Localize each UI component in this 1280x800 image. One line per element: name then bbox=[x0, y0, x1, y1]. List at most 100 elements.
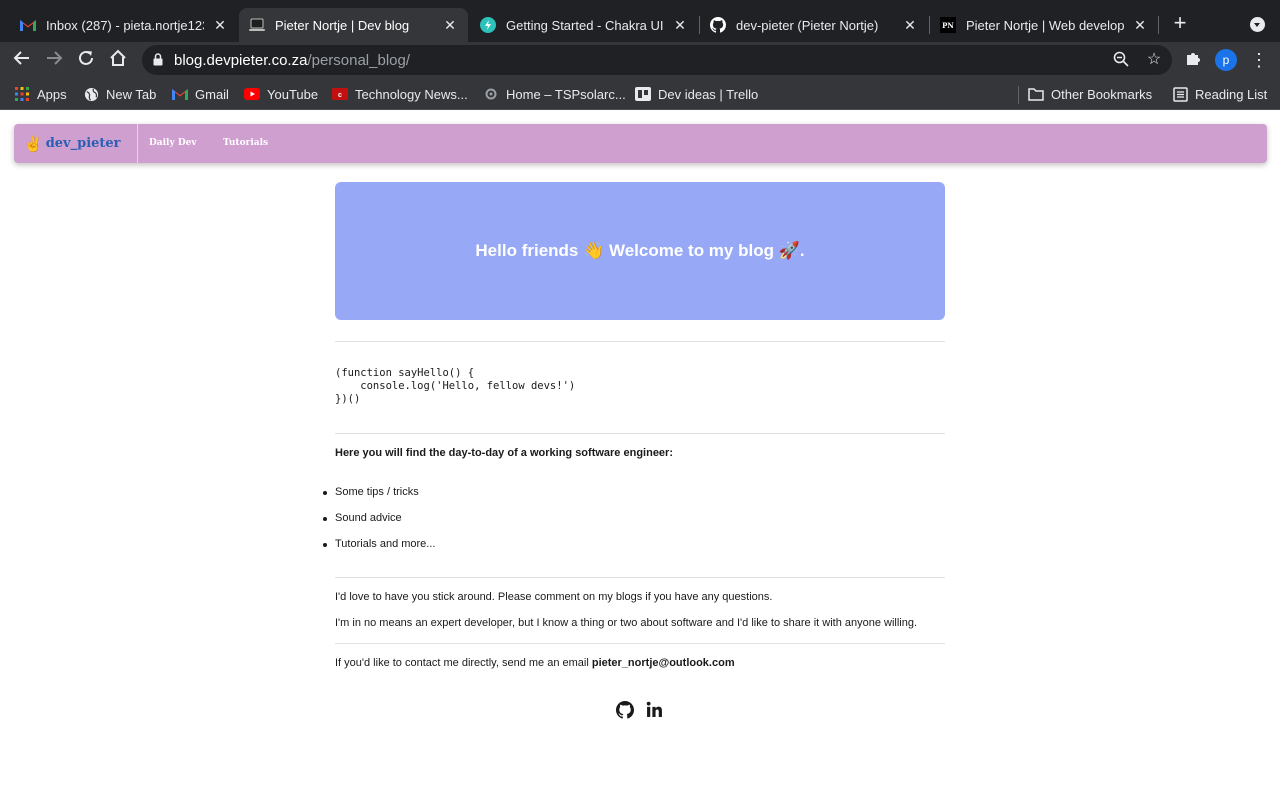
code-snippet: (function sayHello() { console.log('Hell… bbox=[335, 367, 576, 405]
paragraph-expert: I'm in no means an expert developer, but… bbox=[335, 617, 918, 629]
trello-icon bbox=[635, 86, 651, 102]
github-icon bbox=[710, 17, 726, 33]
bookmark-technology-news[interactable]: c Technology News... bbox=[332, 85, 468, 103]
close-icon[interactable]: ✕ bbox=[212, 17, 228, 33]
close-icon[interactable]: ✕ bbox=[442, 17, 458, 33]
close-icon[interactable]: ✕ bbox=[672, 17, 688, 33]
tab-strip: Inbox (287) - pieta.nortje123 ✕ Pieter N… bbox=[0, 0, 1280, 42]
nav-link-daily-dev[interactable]: Daily Dev bbox=[149, 138, 197, 148]
gmail-icon bbox=[172, 86, 188, 102]
url-host: blog.devpieter.co.za bbox=[174, 52, 308, 69]
bookmark-label: Reading List bbox=[1195, 86, 1268, 102]
bookmark-youtube[interactable]: YouTube bbox=[244, 85, 318, 103]
bookmark-label: YouTube bbox=[267, 86, 319, 102]
close-icon[interactable]: ✕ bbox=[1132, 17, 1148, 33]
bookmark-new-tab[interactable]: New Tab bbox=[83, 85, 156, 103]
close-icon[interactable]: ✕ bbox=[902, 17, 918, 33]
tab-title: Inbox (287) - pieta.nortje123 bbox=[46, 17, 204, 33]
bookmark-other-bookmarks[interactable]: Other Bookmarks bbox=[1028, 85, 1152, 103]
site-brand-link[interactable]: ✌ dev_pieter bbox=[14, 124, 138, 163]
extensions-puzzle-icon[interactable] bbox=[1184, 51, 1202, 69]
bookmark-label: Apps bbox=[37, 86, 67, 102]
tab-chakra-ui[interactable]: Getting Started - Chakra UI ✕ bbox=[470, 8, 698, 42]
bookmark-label: New Tab bbox=[106, 86, 157, 102]
bookmark-label: Home – TSPsolarc... bbox=[506, 86, 626, 102]
reading-list-icon bbox=[1172, 86, 1188, 102]
divider bbox=[335, 433, 945, 434]
folder-icon bbox=[1028, 86, 1044, 102]
bookmark-label: Technology News... bbox=[355, 86, 468, 102]
zoom-icon[interactable] bbox=[1112, 51, 1130, 69]
divider bbox=[335, 341, 945, 342]
list-item: Sound advice bbox=[322, 512, 435, 538]
laptop-icon bbox=[249, 17, 265, 33]
arrow-right-icon bbox=[47, 51, 63, 65]
arrow-left-icon bbox=[13, 51, 29, 65]
globe-icon bbox=[83, 86, 99, 102]
contact-line: If you'd like to contact me directly, se… bbox=[335, 657, 735, 669]
apps-grid-icon bbox=[14, 86, 30, 102]
pn-icon: PN bbox=[940, 17, 956, 33]
profile-avatar[interactable]: p bbox=[1215, 49, 1237, 71]
home-button[interactable] bbox=[107, 49, 129, 71]
contact-email-link[interactable]: pieter_nortje@outlook.com bbox=[592, 657, 735, 669]
gear-icon bbox=[483, 86, 499, 102]
bookmarks-bar: Apps New Tab Gmail YouTube c Technology … bbox=[0, 78, 1280, 110]
contact-text: If you'd like to contact me directly, se… bbox=[335, 657, 592, 669]
bookmarks-divider bbox=[1018, 86, 1019, 104]
bookmark-gmail[interactable]: Gmail bbox=[172, 85, 229, 103]
site-navbar: ✌ dev_pieter Daily Dev Tutorials bbox=[14, 124, 1267, 163]
svg-text:PN: PN bbox=[942, 21, 954, 30]
address-bar[interactable]: blog.devpieter.co.za/personal_blog/ ☆ bbox=[142, 45, 1172, 75]
intro-text: Here you will find the day-to-day of a w… bbox=[335, 447, 673, 459]
github-link[interactable] bbox=[616, 701, 634, 719]
home-icon bbox=[110, 49, 126, 66]
tab-portfolio[interactable]: PN Pieter Nortje | Web develope ✕ bbox=[930, 8, 1158, 42]
list-item: Some tips / tricks bbox=[322, 486, 435, 512]
star-icon[interactable]: ☆ bbox=[1145, 51, 1163, 69]
bookmark-tspsolar[interactable]: Home – TSPsolarc... bbox=[483, 85, 626, 103]
bookmark-apps[interactable]: Apps bbox=[14, 85, 67, 103]
new-tab-button[interactable]: + bbox=[1168, 12, 1192, 36]
tab-dev-blog[interactable]: Pieter Nortje | Dev blog ✕ bbox=[239, 8, 468, 42]
bookmark-label: Dev ideas | Trello bbox=[658, 86, 759, 102]
back-button[interactable] bbox=[11, 49, 33, 71]
chakra-icon bbox=[480, 17, 496, 33]
tab-title: Pieter Nortje | Dev blog bbox=[275, 17, 410, 33]
tab-search-button[interactable] bbox=[1250, 17, 1265, 32]
lock-icon bbox=[153, 53, 163, 71]
divider bbox=[335, 577, 945, 578]
cnet-icon: c bbox=[332, 86, 348, 102]
paragraph-stick-around: I'd love to have you stick around. Pleas… bbox=[335, 591, 773, 603]
bookmark-label: Gmail bbox=[195, 86, 229, 102]
victory-hand-icon: ✌ bbox=[24, 135, 43, 153]
github-icon bbox=[616, 701, 634, 719]
nav-link-tutorials[interactable]: Tutorials bbox=[223, 138, 268, 148]
tab-title: dev-pieter (Pieter Nortje) bbox=[736, 17, 879, 33]
youtube-icon bbox=[244, 86, 260, 102]
tab-github-profile[interactable]: dev-pieter (Pieter Nortje) ✕ bbox=[700, 8, 928, 42]
linkedin-link[interactable] bbox=[646, 701, 664, 719]
feature-list: Some tips / tricks Sound advice Tutorial… bbox=[322, 486, 435, 564]
hero-banner: Hello friends 👋 Welcome to my blog 🚀. bbox=[335, 182, 945, 320]
hero-title: Hello friends 👋 Welcome to my blog 🚀. bbox=[475, 241, 805, 260]
gmail-icon bbox=[20, 17, 36, 33]
svg-text:c: c bbox=[338, 92, 342, 99]
brand-name: dev_pieter bbox=[45, 136, 121, 151]
tab-separator bbox=[1158, 16, 1159, 34]
divider bbox=[335, 643, 945, 644]
reload-button[interactable] bbox=[75, 49, 97, 71]
reload-icon bbox=[79, 50, 93, 65]
bookmark-trello[interactable]: Dev ideas | Trello bbox=[635, 85, 758, 103]
url-text: blog.devpieter.co.za/personal_blog/ bbox=[174, 52, 410, 69]
bookmark-label: Other Bookmarks bbox=[1051, 86, 1153, 102]
tab-title: Pieter Nortje | Web develope bbox=[966, 17, 1124, 33]
browser-toolbar: blog.devpieter.co.za/personal_blog/ ☆ p … bbox=[0, 42, 1280, 78]
bookmark-reading-list[interactable]: Reading List bbox=[1172, 85, 1267, 103]
forward-button[interactable] bbox=[43, 49, 65, 71]
linkedin-icon bbox=[646, 701, 662, 717]
tab-gmail-inbox[interactable]: Inbox (287) - pieta.nortje123 ✕ bbox=[10, 8, 238, 42]
menu-kebab-icon[interactable]: ⋮ bbox=[1250, 49, 1268, 71]
tab-title: Getting Started - Chakra UI bbox=[506, 17, 664, 33]
list-item: Tutorials and more... bbox=[322, 538, 435, 564]
